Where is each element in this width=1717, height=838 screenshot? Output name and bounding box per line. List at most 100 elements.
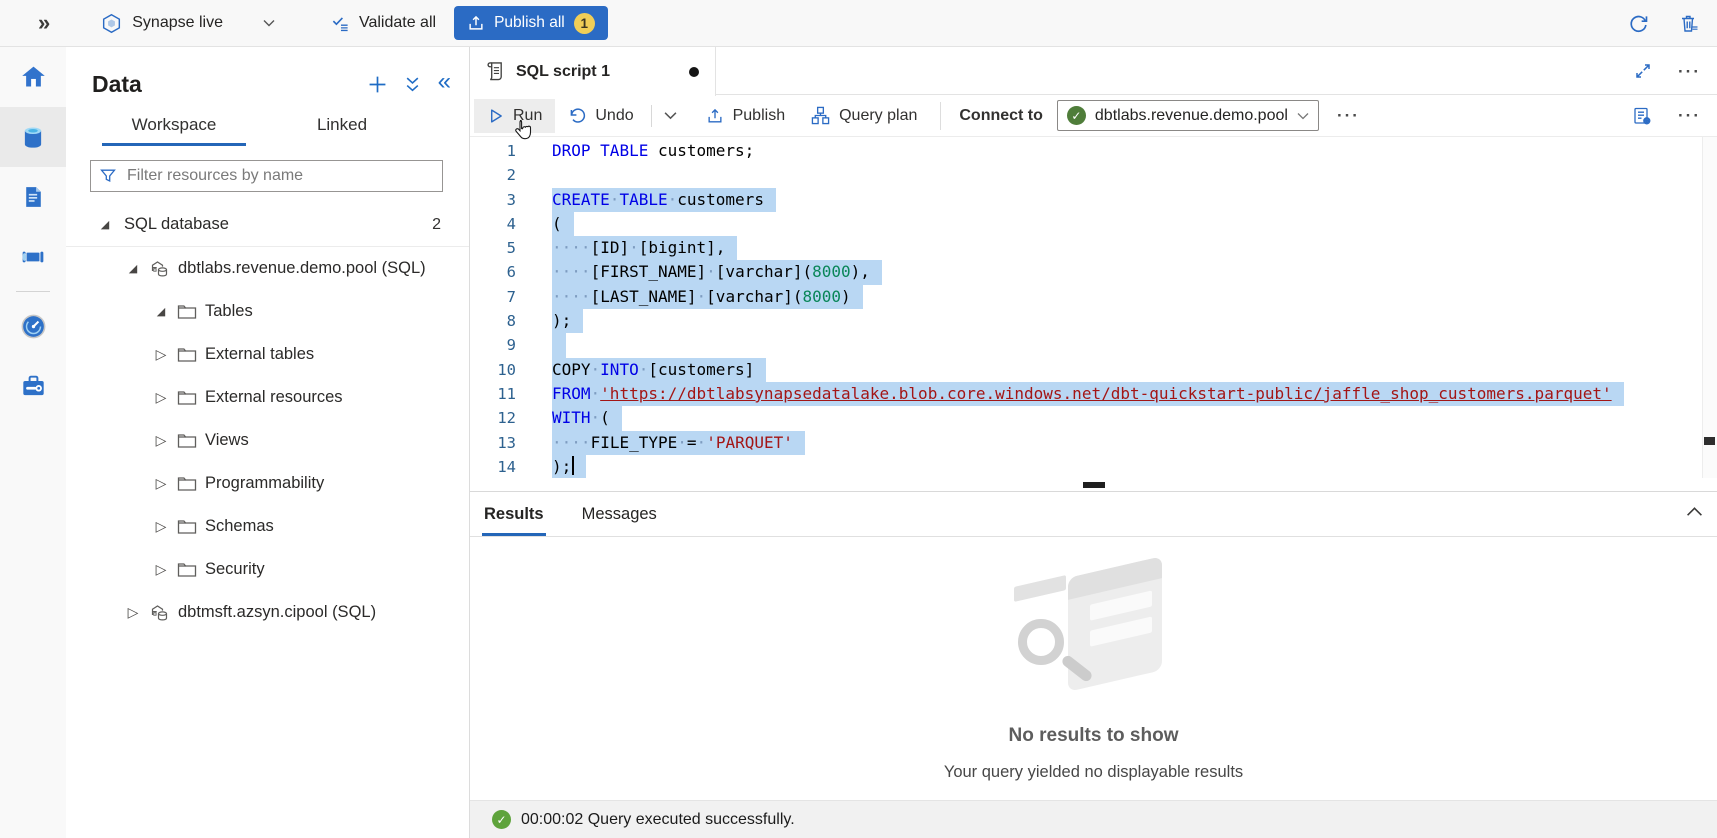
tree-item-tables[interactable]: ◢ Tables xyxy=(66,290,469,333)
query-status-bar: ✓ 00:00:02 Query executed successfully. xyxy=(470,800,1717,838)
rail-item-develop[interactable] xyxy=(0,167,66,227)
twistie-expanded-icon[interactable]: ◢ xyxy=(96,218,114,231)
twistie-collapsed-icon[interactable]: ▷ xyxy=(152,346,170,363)
twistie-expanded-icon[interactable]: ◢ xyxy=(152,305,170,318)
editor-scrollbar[interactable] xyxy=(1702,137,1717,478)
query-plan-icon xyxy=(811,106,830,125)
twistie-collapsed-icon[interactable]: ▷ xyxy=(152,432,170,449)
collapse-results-icon[interactable] xyxy=(1686,506,1703,517)
toolbar-more-icon[interactable]: ··· xyxy=(1337,107,1360,124)
twistie-collapsed-icon[interactable]: ▷ xyxy=(152,518,170,535)
code-line-1[interactable]: 1DROP TABLE customers; xyxy=(470,139,1717,163)
refresh-icon[interactable] xyxy=(1628,13,1649,34)
rail-item-manage[interactable] xyxy=(0,356,66,416)
connect-to-label: Connect to xyxy=(959,107,1043,125)
publish-all-button[interactable]: Publish all 1 xyxy=(454,6,608,40)
query-status-text: 00:00:02 Query executed successfully. xyxy=(521,811,795,829)
tree-item-label: Schemas xyxy=(205,517,274,536)
filter-box[interactable] xyxy=(90,160,443,192)
expand-panel-icon[interactable]: » xyxy=(38,12,49,34)
collapse-panel-icon[interactable]: « xyxy=(438,70,451,94)
validate-all-button[interactable]: Validate all xyxy=(331,14,436,33)
undo-icon xyxy=(568,107,586,125)
discard-all-icon[interactable] xyxy=(1679,13,1699,34)
resource-tree: ◢SQL database2◢dbtlabs.revenue.demo.pool… xyxy=(66,203,469,634)
run-options-dropdown[interactable] xyxy=(656,99,685,133)
pool-name: dbtlabs.revenue.demo.pool xyxy=(1095,107,1288,125)
code-line-3[interactable]: 3CREATE·TABLE·customers xyxy=(470,188,1717,212)
rail-item-monitor[interactable] xyxy=(0,296,66,356)
code-line-12[interactable]: 12WITH·( xyxy=(470,406,1717,430)
publish-button[interactable]: Publish xyxy=(693,99,798,133)
tree-item-label: Tables xyxy=(205,302,253,321)
connect-pool-dropdown[interactable]: ✓ dbtlabs.revenue.demo.pool xyxy=(1057,100,1319,131)
sql-script-icon xyxy=(486,61,505,82)
data-tab-linked[interactable]: Linked xyxy=(258,103,426,146)
rail-item-data[interactable] xyxy=(0,107,66,167)
twistie-collapsed-icon[interactable]: ▷ xyxy=(152,389,170,406)
results-empty-state: No results to show Your query yielded no… xyxy=(470,537,1717,800)
twistie-collapsed-icon[interactable]: ▷ xyxy=(124,604,142,621)
results-tab-results[interactable]: Results xyxy=(482,492,546,536)
tab-more-icon[interactable]: ··· xyxy=(1678,63,1701,80)
tree-item-external-resources[interactable]: ▷External resources xyxy=(66,376,469,419)
editor-more-icon[interactable]: ··· xyxy=(1678,107,1701,124)
results-tab-messages[interactable]: Messages xyxy=(580,492,659,536)
twistie-expanded-icon[interactable]: ◢ xyxy=(124,262,142,275)
undo-label: Undo xyxy=(595,107,633,125)
tree-item-external-tables[interactable]: ▷External tables xyxy=(66,333,469,376)
tree-item-schemas[interactable]: ▷ Schemas xyxy=(66,505,469,548)
expand-editor-icon[interactable] xyxy=(1634,62,1652,80)
code-line-11[interactable]: 11FROM·'https://dbtlabsynapsedatalake.bl… xyxy=(470,382,1717,406)
tree-item-dbtmsft-azsyn-cipool-sql[interactable]: ▷dbtmsft.azsyn.cipool (SQL) xyxy=(66,591,469,634)
data-tab-workspace[interactable]: Workspace xyxy=(90,103,258,146)
collapse-all-icon[interactable] xyxy=(405,76,420,93)
twistie-collapsed-icon[interactable]: ▷ xyxy=(152,475,170,492)
sql-code-editor[interactable]: 1DROP TABLE customers;23CREATE·TABLE·cus… xyxy=(470,137,1717,478)
code-text: ····[FIRST_NAME]·[varchar](8000), xyxy=(552,260,882,284)
code-line-10[interactable]: 10COPY·INTO·[customers] xyxy=(470,358,1717,382)
monitor-icon xyxy=(20,313,47,340)
code-line-13[interactable]: 13····FILE_TYPE·=·'PARQUET' xyxy=(470,431,1717,455)
empty-results-title: No results to show xyxy=(1009,725,1179,747)
mode-selector[interactable]: Synapse live xyxy=(101,13,275,34)
rail-item-home[interactable] xyxy=(0,47,66,107)
query-plan-label: Query plan xyxy=(839,107,917,125)
code-text: COPY·INTO·[customers] xyxy=(552,358,766,382)
code-text: ····[LAST_NAME]·[varchar](8000) xyxy=(552,285,863,309)
undo-button[interactable]: Undo xyxy=(555,99,646,133)
tree-item-sql-database[interactable]: ◢SQL database2 xyxy=(66,203,469,246)
code-text xyxy=(552,333,566,357)
tab-sql-script-1[interactable]: SQL script 1 xyxy=(470,47,716,96)
mouse-cursor-hand xyxy=(514,119,532,141)
rail-item-integrate[interactable] xyxy=(0,227,66,287)
results-splitter[interactable] xyxy=(470,478,1717,492)
success-check-icon: ✓ xyxy=(492,810,511,829)
code-line-6[interactable]: 6 ····[FIRST_NAME]·[varchar](8000), xyxy=(470,260,1717,284)
synapse-live-icon xyxy=(101,13,122,34)
folder-icon xyxy=(177,518,197,535)
splitter-grip[interactable] xyxy=(1083,482,1105,488)
code-line-4[interactable]: 4( xyxy=(470,212,1717,236)
properties-icon[interactable] xyxy=(1632,106,1652,126)
twistie-collapsed-icon[interactable]: ▷ xyxy=(152,561,170,578)
connected-check-icon: ✓ xyxy=(1067,106,1086,125)
code-line-2[interactable]: 2 xyxy=(470,163,1717,187)
query-plan-button[interactable]: Query plan xyxy=(798,99,930,133)
code-line-7[interactable]: 7····[LAST_NAME]·[varchar](8000) xyxy=(470,285,1717,309)
tree-item-views[interactable]: ▷Views xyxy=(66,419,469,462)
code-line-9[interactable]: 9 xyxy=(470,333,1717,357)
tree-item-security[interactable]: ▷Security xyxy=(66,548,469,591)
add-resource-icon[interactable] xyxy=(368,75,387,94)
code-line-8[interactable]: 8); xyxy=(470,309,1717,333)
line-number: 11 xyxy=(470,382,516,406)
tree-item-programmability[interactable]: ▷Programmability xyxy=(66,462,469,505)
publish-count-badge: 1 xyxy=(574,13,595,34)
code-line-14[interactable]: 14); xyxy=(470,455,1717,478)
tree-item-dbtlabs-revenue-demo-pool-sql[interactable]: ◢dbtlabs.revenue.demo.pool (SQL) xyxy=(66,247,469,290)
line-number: 6 xyxy=(470,260,516,284)
code-line-5[interactable]: 5····[ID]·[bigint], xyxy=(470,236,1717,260)
line-number: 4 xyxy=(470,212,516,236)
manage-icon xyxy=(20,373,47,399)
filter-input[interactable] xyxy=(125,166,433,186)
